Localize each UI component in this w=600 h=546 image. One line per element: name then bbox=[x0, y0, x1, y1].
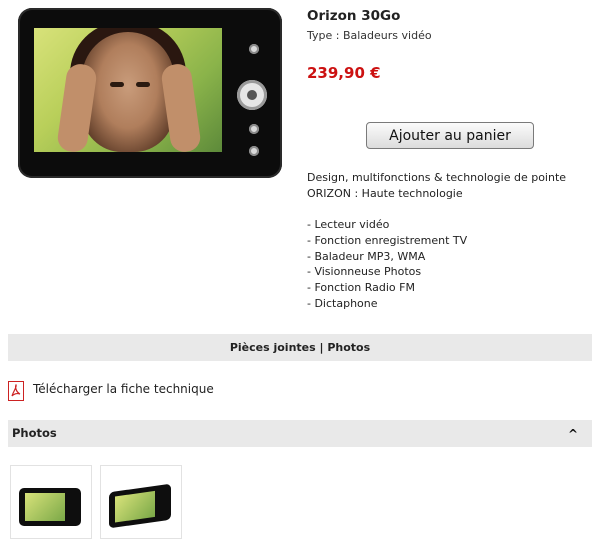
feature-item: - Fonction Radio FM bbox=[307, 281, 415, 295]
download-datasheet-link[interactable]: Télécharger la fiche technique bbox=[33, 382, 214, 396]
add-to-cart-button[interactable]: Ajouter au panier bbox=[366, 122, 534, 149]
description-line: Design, multifonctions & technologie de … bbox=[307, 171, 567, 184]
photo-thumbnail-1[interactable] bbox=[10, 465, 92, 539]
feature-list: - Lecteur vidéo - Fonction enregistremen… bbox=[307, 217, 467, 312]
eye-left bbox=[110, 82, 124, 87]
pdf-icon[interactable] bbox=[8, 381, 24, 401]
description-line: ORIZON : Haute technologie bbox=[307, 186, 463, 200]
feature-item: - Fonction enregistrement TV bbox=[307, 233, 468, 247]
attachments-photos-header: Pièces jointes | Photos bbox=[8, 334, 592, 361]
product-description: Design, multifonctions & technologie de … bbox=[307, 170, 566, 202]
photo-thumbnail-2[interactable] bbox=[100, 465, 182, 539]
feature-item: - Visionneuse Photos bbox=[307, 265, 422, 279]
collapse-caret-icon[interactable]: ^ bbox=[568, 427, 578, 441]
feature-item: - Baladeur MP3, WMA bbox=[307, 249, 426, 263]
product-type: Type : Baladeurs vidéo bbox=[307, 29, 432, 42]
device-button-mid bbox=[249, 124, 259, 134]
device-dpad bbox=[237, 80, 267, 110]
photos-section-header[interactable]: Photos ^ bbox=[8, 420, 592, 447]
feature-item: - Lecteur vidéo bbox=[307, 218, 390, 231]
product-image bbox=[18, 8, 282, 178]
photos-section-title: Photos bbox=[12, 426, 57, 440]
device-screen bbox=[34, 28, 222, 152]
face-shape bbox=[82, 32, 174, 152]
product-title: Orizon 30Go bbox=[307, 8, 401, 24]
hand-right bbox=[160, 62, 202, 152]
device-button-bottom bbox=[249, 146, 259, 156]
eye-right bbox=[136, 82, 150, 87]
feature-item: - Dictaphone bbox=[307, 296, 378, 310]
product-price: 239,90 € bbox=[307, 64, 381, 82]
device-button-top bbox=[249, 44, 259, 54]
